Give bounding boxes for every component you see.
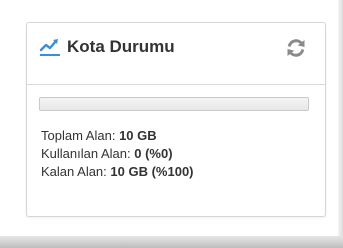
refresh-button[interactable] bbox=[285, 37, 307, 59]
widget-title: Kota Durumu bbox=[67, 37, 175, 56]
widget-header: Kota Durumu bbox=[27, 23, 325, 85]
used-space-line: Kullanılan Alan: 0 (%0) bbox=[41, 146, 173, 162]
widget-body: Toplam Alan: 10 GB Kullanılan Alan: 0 (%… bbox=[27, 85, 325, 216]
free-space-label: Kalan Alan: bbox=[41, 164, 107, 179]
free-space-value: 10 GB (%100) bbox=[110, 164, 194, 179]
quota-widget: Kota Durumu Toplam Alan: 10 GB Kullanıla… bbox=[26, 22, 326, 217]
screenshot-frame: Kota Durumu Toplam Alan: 10 GB Kullanıla… bbox=[0, 0, 343, 248]
line-chart-icon bbox=[39, 37, 61, 57]
window-bottom-shadow bbox=[0, 236, 343, 248]
quota-progress-bar bbox=[39, 97, 309, 111]
free-space-line: Kalan Alan: 10 GB (%100) bbox=[41, 164, 194, 180]
total-space-line: Toplam Alan: 10 GB bbox=[41, 128, 157, 144]
used-space-value: 0 (%0) bbox=[134, 146, 173, 161]
refresh-icon bbox=[287, 39, 305, 57]
used-space-label: Kullanılan Alan: bbox=[41, 146, 131, 161]
total-space-label: Toplam Alan: bbox=[41, 128, 116, 143]
total-space-value: 10 GB bbox=[119, 128, 157, 143]
window-edge-shadow bbox=[338, 0, 343, 248]
